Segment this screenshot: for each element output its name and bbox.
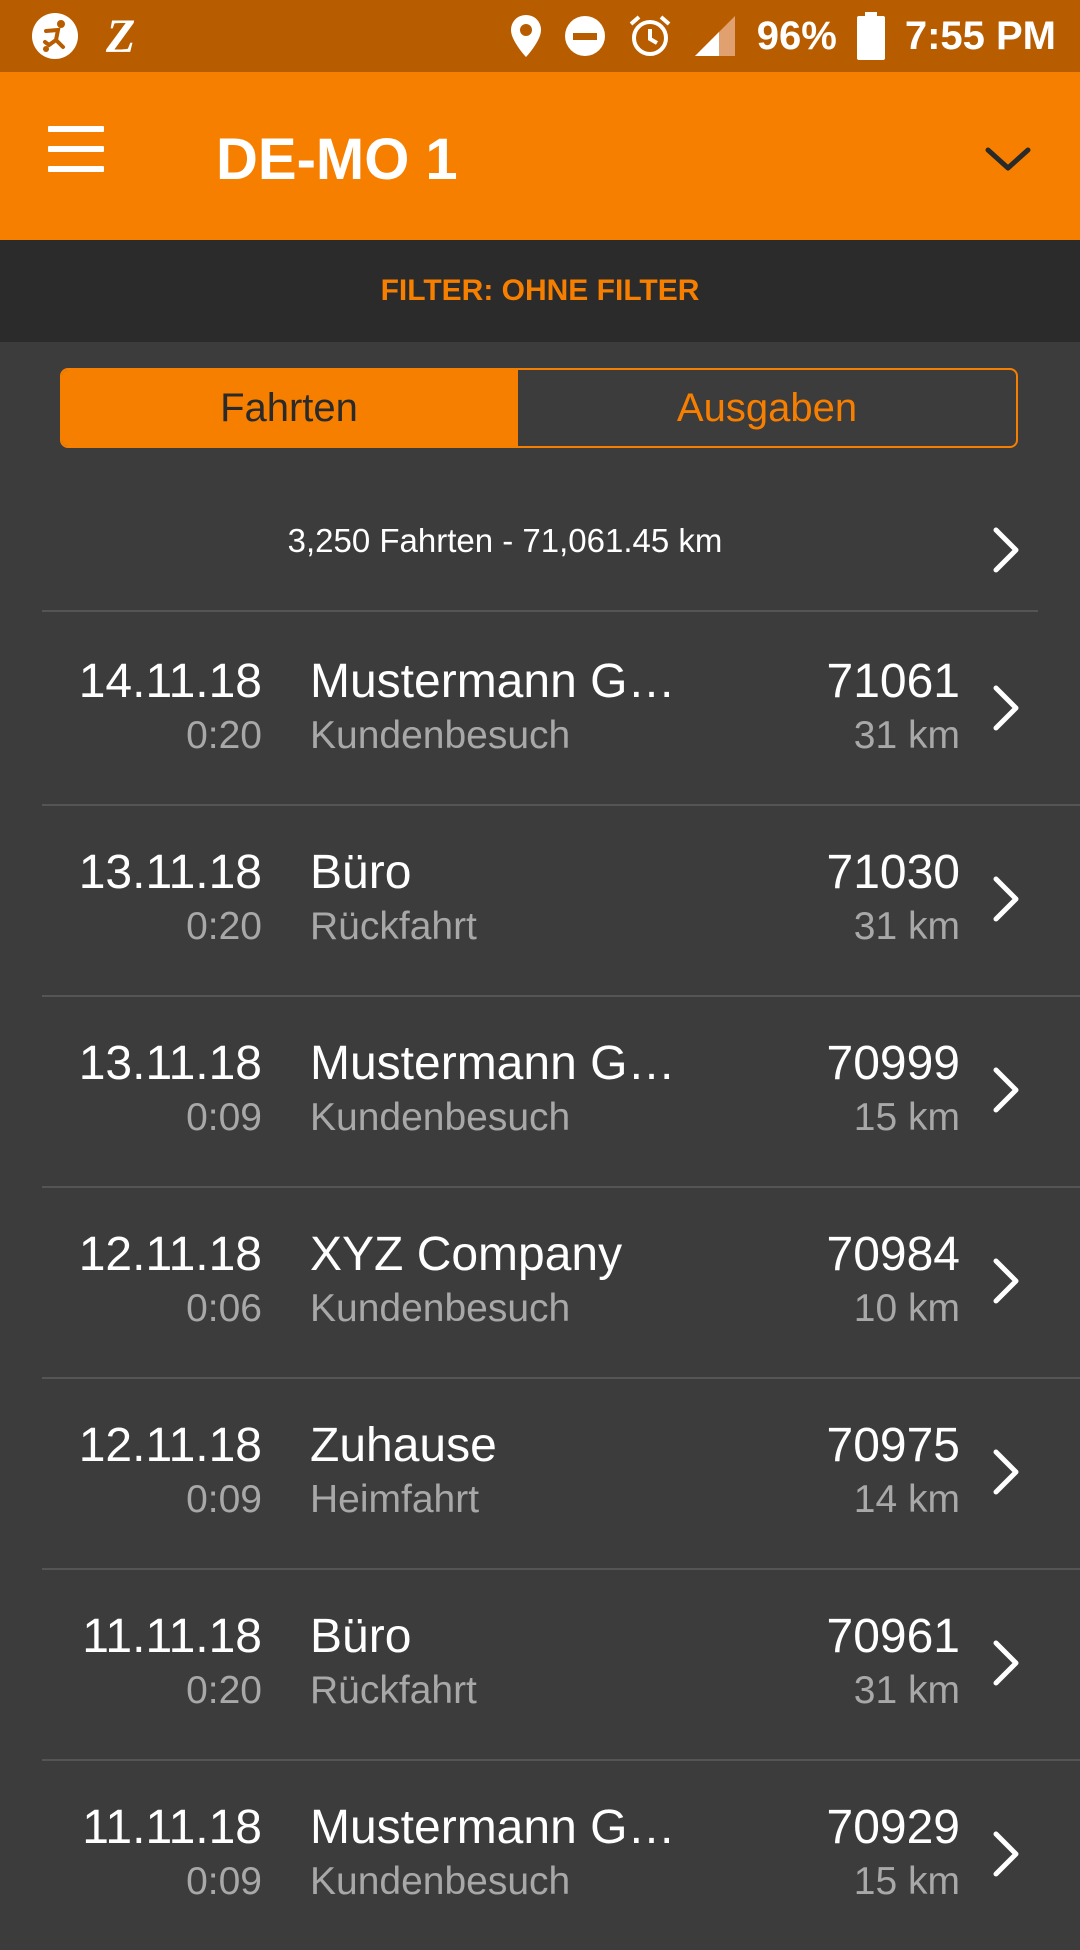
trip-distance: 31 km	[853, 714, 960, 757]
trip-odometer: 70999	[826, 1037, 960, 1090]
battery-percent: 96%	[756, 13, 837, 58]
trip-distance: 31 km	[853, 905, 960, 948]
trip-destination: Büro	[310, 846, 412, 899]
trip-odometer: 71030	[826, 846, 960, 899]
status-bar-right: 96% 7:55 PM	[509, 10, 1056, 62]
trip-destination: Zuhause	[310, 1419, 497, 1472]
tab-fahrten[interactable]: Fahrten	[62, 370, 516, 446]
chevron-right-icon	[993, 1067, 1019, 1113]
clock: 7:55 PM	[904, 13, 1056, 58]
trip-row[interactable]: 12.11.18 0:09 Zuhause Heimfahrt 70975 14…	[42, 1378, 1080, 1570]
trip-odometer: 70961	[826, 1610, 960, 1663]
trip-duration: 0:09	[186, 1860, 262, 1903]
trip-destination: Büro	[310, 1610, 412, 1663]
trip-purpose: Kundenbesuch	[310, 1860, 571, 1903]
trip-odometer: 71061	[826, 655, 960, 708]
chevron-right-icon	[993, 527, 1019, 573]
trip-duration: 0:09	[186, 1096, 262, 1139]
trip-date: 11.11.18	[82, 1610, 262, 1663]
signal-icon	[694, 16, 735, 56]
page-title: DE-MO 1	[216, 127, 458, 192]
alarm-icon	[629, 15, 671, 56]
trip-duration: 0:06	[186, 1287, 262, 1330]
trip-purpose: Rückfahrt	[310, 905, 477, 948]
soccer-player-icon	[32, 13, 78, 59]
chevron-right-icon	[993, 685, 1019, 731]
trip-destination: Mustermann G…	[310, 1801, 676, 1854]
trip-destination: XYZ Company	[310, 1228, 623, 1281]
trip-odometer: 70975	[826, 1419, 960, 1472]
location-icon	[510, 15, 541, 57]
chevron-right-icon	[993, 1640, 1019, 1686]
trip-date: 14.11.18	[78, 655, 262, 708]
tab-switcher: Fahrten Ausgaben	[60, 368, 1018, 448]
trip-purpose: Kundenbesuch	[310, 1287, 571, 1330]
trip-odometer: 70984	[826, 1228, 960, 1281]
app-bar: DE-MO 1	[0, 72, 1080, 240]
trip-distance: 10 km	[853, 1287, 960, 1330]
z-app-icon: Z	[106, 9, 136, 63]
filter-bar[interactable]: FILTER: OHNE FILTER	[0, 240, 1080, 342]
trip-purpose: Rückfahrt	[310, 1669, 477, 1712]
trip-date: 11.11.18	[82, 1801, 262, 1854]
trip-purpose: Kundenbesuch	[310, 1096, 571, 1139]
trip-duration: 0:20	[186, 905, 262, 948]
trip-distance: 15 km	[853, 1096, 960, 1139]
chevron-right-icon	[993, 1831, 1019, 1877]
trip-row[interactable]: 11.11.18 0:20 Büro Rückfahrt 70961 31 km	[42, 1569, 1080, 1761]
trip-row[interactable]: 11.11.18 0:09 Mustermann G… Kundenbesuch…	[42, 1760, 1080, 1950]
trip-date: 13.11.18	[78, 846, 262, 899]
trip-row[interactable]: 14.11.18 0:20 Mustermann G… Kundenbesuch…	[42, 614, 1080, 806]
summary-text: 3,250 Fahrten - 71,061.45 km	[287, 522, 723, 559]
trip-destination: Mustermann G…	[310, 1037, 676, 1090]
trip-row[interactable]: 13.11.18 0:20 Büro Rückfahrt 71030 31 km	[42, 805, 1080, 997]
chevron-right-icon	[993, 1258, 1019, 1304]
trip-destination: Mustermann G…	[310, 655, 676, 708]
trip-distance: 14 km	[853, 1478, 960, 1521]
trip-row[interactable]: 13.11.18 0:09 Mustermann G… Kundenbesuch…	[42, 996, 1080, 1188]
status-bar: Z 96% 7:55 PM	[0, 0, 1080, 72]
trip-purpose: Kundenbesuch	[310, 714, 571, 757]
trip-distance: 31 km	[853, 1669, 960, 1712]
trip-date: 13.11.18	[78, 1037, 262, 1090]
trip-odometer: 70929	[826, 1801, 960, 1854]
trip-row[interactable]: 12.11.18 0:06 XYZ Company Kundenbesuch 7…	[42, 1187, 1080, 1379]
chevron-down-icon[interactable]	[978, 128, 1038, 188]
trip-duration: 0:20	[186, 1669, 262, 1712]
summary-row[interactable]: 3,250 Fahrten - 71,061.45 km	[42, 490, 1038, 612]
chevron-right-icon	[993, 876, 1019, 922]
trip-date: 12.11.18	[78, 1228, 262, 1281]
battery-icon	[856, 12, 885, 60]
trip-purpose: Heimfahrt	[310, 1478, 480, 1521]
status-bar-left: Z	[30, 9, 136, 63]
trip-duration: 0:09	[186, 1478, 262, 1521]
do-not-disturb-icon	[564, 16, 605, 56]
hamburger-menu-icon[interactable]	[48, 126, 112, 186]
trip-duration: 0:20	[186, 714, 262, 757]
trip-distance: 15 km	[853, 1860, 960, 1903]
chevron-right-icon	[993, 1449, 1019, 1495]
tab-ausgaben[interactable]: Ausgaben	[516, 370, 1016, 446]
trip-date: 12.11.18	[78, 1419, 262, 1472]
